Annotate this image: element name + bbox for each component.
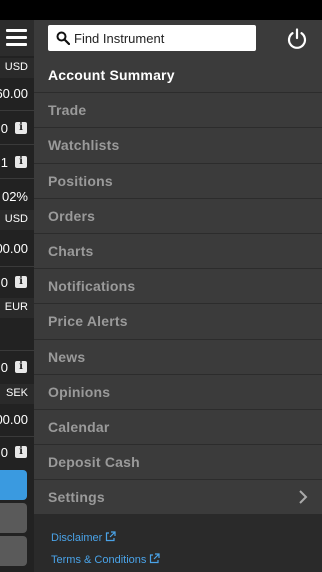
currency-label: USD <box>0 210 34 230</box>
info-icon[interactable]: i <box>15 276 27 288</box>
hamburger-icon <box>6 29 27 32</box>
currency-label: EUR <box>0 298 34 318</box>
external-link-icon <box>150 553 160 564</box>
menu-item-orders[interactable]: Orders <box>34 199 322 234</box>
search-icon <box>56 31 70 45</box>
info-icon[interactable]: i <box>15 361 27 373</box>
disclaimer-link[interactable]: Disclaimer <box>51 531 116 544</box>
count-value: 0 <box>0 445 8 460</box>
secondary-action-button[interactable] <box>0 536 27 566</box>
menu-item-opinions[interactable]: Opinions <box>34 375 322 410</box>
balance-value: 00.00 <box>0 412 28 427</box>
chevron-right-icon <box>299 490 308 504</box>
menu-item-settings[interactable]: Settings <box>34 480 322 516</box>
search-input[interactable] <box>74 28 252 48</box>
info-icon[interactable]: i <box>15 156 27 168</box>
terms-link[interactable]: Terms & Conditions <box>51 553 160 566</box>
hamburger-menu-button[interactable] <box>0 20 34 56</box>
balance-value: 60.00 <box>0 86 28 101</box>
navigation-drawer: Account Summary Trade Watchlists Positio… <box>34 20 322 572</box>
menu-item-calendar[interactable]: Calendar <box>34 410 322 446</box>
menu-item-trade[interactable]: Trade <box>34 93 322 129</box>
menu-item-news[interactable]: News <box>34 340 322 375</box>
drawer-footer: Disclaimer Terms & Conditions <box>34 514 322 572</box>
external-link-icon <box>106 531 116 542</box>
currency-label: USD <box>0 58 34 78</box>
percent-value: 02% <box>1 189 28 204</box>
background-account-panel: USD 60.00 0 i 1 i 02% USD 00.00 0 i EUR … <box>0 20 34 572</box>
secondary-action-button[interactable] <box>0 503 27 533</box>
info-icon[interactable]: i <box>15 446 27 458</box>
menu-item-notifications[interactable]: Notifications <box>34 269 322 305</box>
menu-item-price-alerts[interactable]: Price Alerts <box>34 304 322 340</box>
menu-item-watchlists[interactable]: Watchlists <box>34 128 322 164</box>
balance-value: 00.00 <box>0 241 28 256</box>
count-value: 0 <box>0 275 8 290</box>
menu-item-charts[interactable]: Charts <box>34 234 322 270</box>
currency-label: SEK <box>0 384 34 404</box>
power-icon[interactable] <box>286 28 308 50</box>
search-field[interactable] <box>48 25 256 51</box>
count-value: 0 <box>0 360 8 375</box>
menu-item-positions[interactable]: Positions <box>34 164 322 199</box>
menu-item-deposit-cash[interactable]: Deposit Cash <box>34 445 322 481</box>
main-menu: Account Summary Trade Watchlists Positio… <box>34 58 322 516</box>
menu-item-account-summary[interactable]: Account Summary <box>34 58 322 94</box>
info-icon[interactable]: i <box>15 122 27 134</box>
status-bar <box>0 0 322 20</box>
primary-action-button[interactable] <box>0 470 27 500</box>
count-value: 1 <box>0 155 8 170</box>
count-value: 0 <box>0 121 8 136</box>
